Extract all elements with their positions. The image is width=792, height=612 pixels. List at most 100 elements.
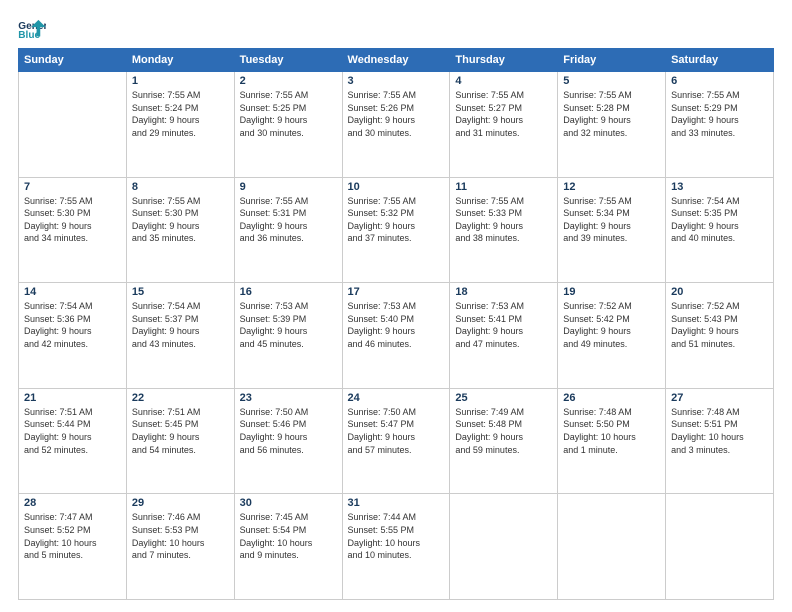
calendar-cell: 27 Sunrise: 7:48 AMSunset: 5:51 PMDayligh… [666, 388, 774, 494]
day-number: 5 [563, 75, 660, 87]
logo-icon: General Blue [18, 18, 46, 40]
day-info: Sunrise: 7:50 AMSunset: 5:46 PMDaylight:… [240, 406, 337, 456]
calendar-cell: 14 Sunrise: 7:54 AMSunset: 5:36 PMDayligh… [19, 283, 127, 389]
day-number: 9 [240, 181, 337, 193]
calendar-cell: 16 Sunrise: 7:53 AMSunset: 5:39 PMDayligh… [234, 283, 342, 389]
day-number: 12 [563, 181, 660, 193]
day-number: 30 [240, 497, 337, 509]
day-info: Sunrise: 7:55 AMSunset: 5:24 PMDaylight:… [132, 89, 229, 139]
day-number: 8 [132, 181, 229, 193]
day-info: Sunrise: 7:54 AMSunset: 5:37 PMDaylight:… [132, 300, 229, 350]
day-info: Sunrise: 7:51 AMSunset: 5:45 PMDaylight:… [132, 406, 229, 456]
calendar-cell: 23 Sunrise: 7:50 AMSunset: 5:46 PMDayligh… [234, 388, 342, 494]
day-info: Sunrise: 7:54 AMSunset: 5:36 PMDaylight:… [24, 300, 121, 350]
day-info: Sunrise: 7:52 AMSunset: 5:43 PMDaylight:… [671, 300, 768, 350]
day-number: 14 [24, 286, 121, 298]
day-info: Sunrise: 7:55 AMSunset: 5:30 PMDaylight:… [132, 195, 229, 245]
calendar-cell: 2 Sunrise: 7:55 AMSunset: 5:25 PMDaylight… [234, 72, 342, 178]
day-info: Sunrise: 7:48 AMSunset: 5:51 PMDaylight:… [671, 406, 768, 456]
day-info: Sunrise: 7:55 AMSunset: 5:26 PMDaylight:… [348, 89, 445, 139]
calendar-week-row-1: 1Sunrise: 7:55 AMSunset: 5:24 PMDaylight… [19, 72, 774, 178]
calendar-header-friday: Friday [558, 49, 666, 72]
day-number: 13 [671, 181, 768, 193]
day-number: 17 [348, 286, 445, 298]
day-number: 21 [24, 392, 121, 404]
day-info: Sunrise: 7:51 AMSunset: 5:44 PMDaylight:… [24, 406, 121, 456]
day-number: 19 [563, 286, 660, 298]
day-number: 20 [671, 286, 768, 298]
day-info: Sunrise: 7:55 AMSunset: 5:30 PMDaylight:… [24, 195, 121, 245]
calendar-cell: 31 Sunrise: 7:44 AMSunset: 5:55 PMDayligh… [342, 494, 450, 600]
day-info: Sunrise: 7:55 AMSunset: 5:32 PMDaylight:… [348, 195, 445, 245]
day-number: 15 [132, 286, 229, 298]
day-number: 23 [240, 392, 337, 404]
day-number: 2 [240, 75, 337, 87]
day-number: 24 [348, 392, 445, 404]
calendar-table: SundayMondayTuesdayWednesdayThursdayFrid… [18, 48, 774, 600]
calendar-cell: 17 Sunrise: 7:53 AMSunset: 5:40 PMDayligh… [342, 283, 450, 389]
calendar-cell: 15 Sunrise: 7:54 AMSunset: 5:37 PMDayligh… [126, 283, 234, 389]
calendar-header-sunday: Sunday [19, 49, 127, 72]
calendar-cell: 10 Sunrise: 7:55 AMSunset: 5:32 PMDayligh… [342, 177, 450, 283]
calendar-cell [666, 494, 774, 600]
calendar-week-row-3: 14 Sunrise: 7:54 AMSunset: 5:36 PMDayligh… [19, 283, 774, 389]
day-info: Sunrise: 7:46 AMSunset: 5:53 PMDaylight:… [132, 511, 229, 561]
calendar-cell: 29Sunrise: 7:46 AMSunset: 5:53 PMDayligh… [126, 494, 234, 600]
day-info: Sunrise: 7:47 AMSunset: 5:52 PMDaylight:… [24, 511, 121, 561]
day-info: Sunrise: 7:53 AMSunset: 5:41 PMDaylight:… [455, 300, 552, 350]
calendar-header-tuesday: Tuesday [234, 49, 342, 72]
day-number: 25 [455, 392, 552, 404]
day-number: 26 [563, 392, 660, 404]
calendar-cell: 26 Sunrise: 7:48 AMSunset: 5:50 PMDayligh… [558, 388, 666, 494]
day-info: Sunrise: 7:44 AMSunset: 5:55 PMDaylight:… [348, 511, 445, 561]
day-info: Sunrise: 7:48 AMSunset: 5:50 PMDaylight:… [563, 406, 660, 456]
calendar-cell: 24 Sunrise: 7:50 AMSunset: 5:47 PMDayligh… [342, 388, 450, 494]
calendar-cell: 3 Sunrise: 7:55 AMSunset: 5:26 PMDaylight… [342, 72, 450, 178]
day-info: Sunrise: 7:55 AMSunset: 5:25 PMDaylight:… [240, 89, 337, 139]
day-info: Sunrise: 7:55 AMSunset: 5:27 PMDaylight:… [455, 89, 552, 139]
calendar-header-monday: Monday [126, 49, 234, 72]
day-number: 22 [132, 392, 229, 404]
calendar-cell: 8 Sunrise: 7:55 AMSunset: 5:30 PMDaylight… [126, 177, 234, 283]
day-info: Sunrise: 7:55 AMSunset: 5:34 PMDaylight:… [563, 195, 660, 245]
calendar-header-wednesday: Wednesday [342, 49, 450, 72]
day-info: Sunrise: 7:53 AMSunset: 5:40 PMDaylight:… [348, 300, 445, 350]
day-number: 16 [240, 286, 337, 298]
calendar-cell: 20 Sunrise: 7:52 AMSunset: 5:43 PMDayligh… [666, 283, 774, 389]
day-info: Sunrise: 7:52 AMSunset: 5:42 PMDaylight:… [563, 300, 660, 350]
calendar-cell: 30Sunrise: 7:45 AMSunset: 5:54 PMDayligh… [234, 494, 342, 600]
calendar-week-row-2: 7Sunrise: 7:55 AMSunset: 5:30 PMDaylight… [19, 177, 774, 283]
calendar-cell: 12 Sunrise: 7:55 AMSunset: 5:34 PMDayligh… [558, 177, 666, 283]
day-number: 10 [348, 181, 445, 193]
calendar-cell: 28Sunrise: 7:47 AMSunset: 5:52 PMDayligh… [19, 494, 127, 600]
calendar-cell: 22 Sunrise: 7:51 AMSunset: 5:45 PMDayligh… [126, 388, 234, 494]
calendar-cell [450, 494, 558, 600]
calendar-cell: 13 Sunrise: 7:54 AMSunset: 5:35 PMDayligh… [666, 177, 774, 283]
calendar-header-row: SundayMondayTuesdayWednesdayThursdayFrid… [19, 49, 774, 72]
calendar-week-row-4: 21 Sunrise: 7:51 AMSunset: 5:44 PMDayligh… [19, 388, 774, 494]
day-number: 31 [348, 497, 445, 509]
day-info: Sunrise: 7:55 AMSunset: 5:28 PMDaylight:… [563, 89, 660, 139]
calendar-cell: 25Sunrise: 7:49 AMSunset: 5:48 PMDayligh… [450, 388, 558, 494]
calendar-cell [558, 494, 666, 600]
calendar-cell: 4Sunrise: 7:55 AMSunset: 5:27 PMDaylight… [450, 72, 558, 178]
day-info: Sunrise: 7:54 AMSunset: 5:35 PMDaylight:… [671, 195, 768, 245]
calendar-cell: 9 Sunrise: 7:55 AMSunset: 5:31 PMDaylight… [234, 177, 342, 283]
day-number: 18 [455, 286, 552, 298]
calendar-cell [19, 72, 127, 178]
calendar-week-row-5: 28Sunrise: 7:47 AMSunset: 5:52 PMDayligh… [19, 494, 774, 600]
calendar-cell: 6Sunrise: 7:55 AMSunset: 5:29 PMDaylight… [666, 72, 774, 178]
calendar-cell: 11Sunrise: 7:55 AMSunset: 5:33 PMDayligh… [450, 177, 558, 283]
day-info: Sunrise: 7:53 AMSunset: 5:39 PMDaylight:… [240, 300, 337, 350]
calendar-cell: 7Sunrise: 7:55 AMSunset: 5:30 PMDaylight… [19, 177, 127, 283]
day-info: Sunrise: 7:55 AMSunset: 5:31 PMDaylight:… [240, 195, 337, 245]
day-number: 27 [671, 392, 768, 404]
page-header: General Blue [18, 18, 774, 40]
day-number: 3 [348, 75, 445, 87]
day-number: 11 [455, 181, 552, 193]
calendar-cell: 19 Sunrise: 7:52 AMSunset: 5:42 PMDayligh… [558, 283, 666, 389]
day-info: Sunrise: 7:50 AMSunset: 5:47 PMDaylight:… [348, 406, 445, 456]
calendar-cell: 21 Sunrise: 7:51 AMSunset: 5:44 PMDayligh… [19, 388, 127, 494]
calendar-cell: 1Sunrise: 7:55 AMSunset: 5:24 PMDaylight… [126, 72, 234, 178]
logo: General Blue [18, 18, 48, 40]
